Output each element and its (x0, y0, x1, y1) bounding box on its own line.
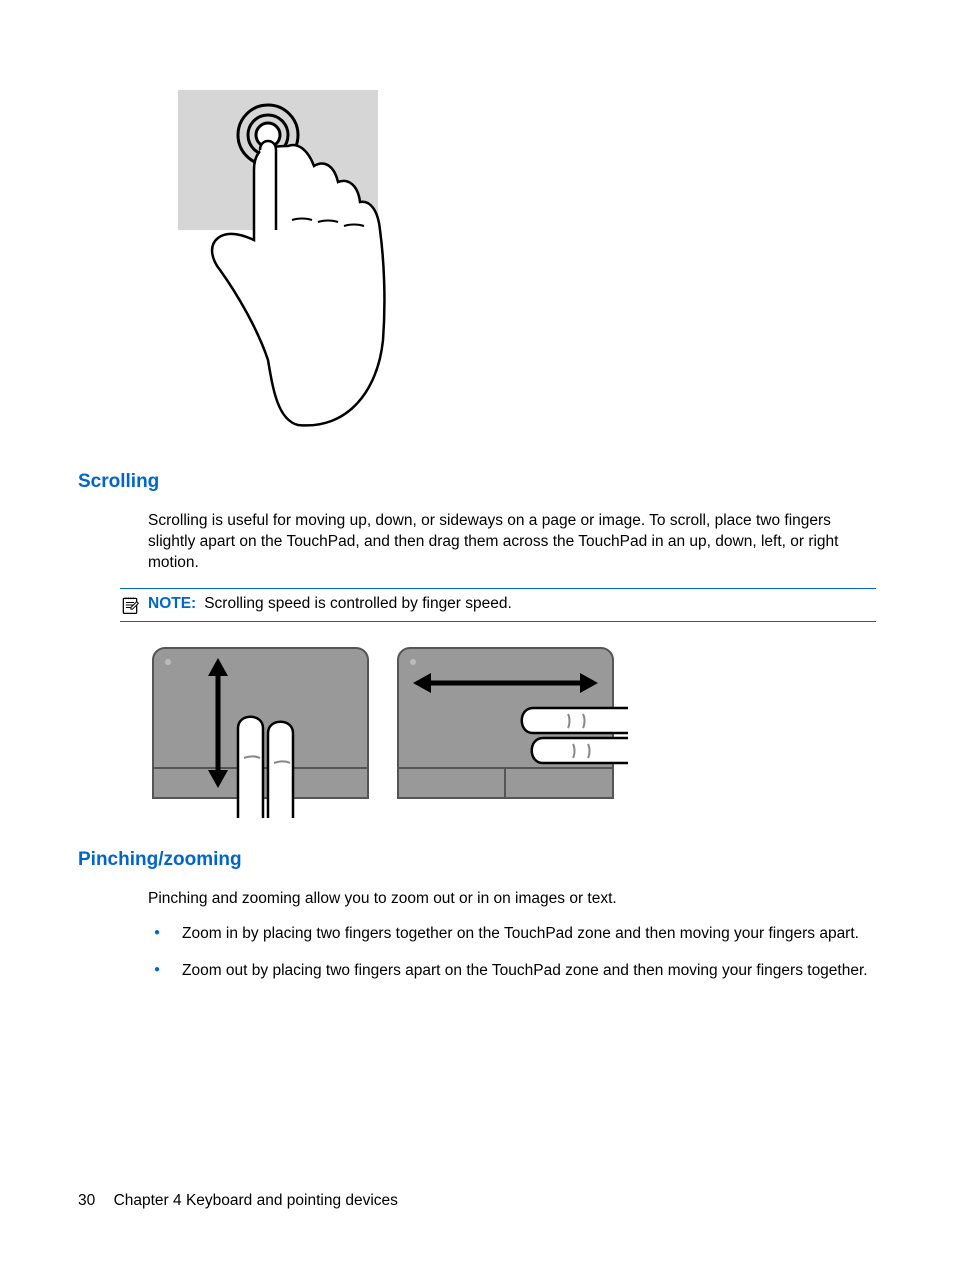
heading-scrolling: Scrolling (78, 471, 876, 493)
scrolling-paragraph: Scrolling is useful for moving up, down,… (148, 511, 876, 574)
figure-scroll-gestures (148, 638, 876, 823)
pinching-paragraph: Pinching and zooming allow you to zoom o… (148, 889, 876, 910)
heading-pinching-zooming: Pinching/zooming (78, 849, 876, 871)
bullet-zoom-out: Zoom out by placing two fingers apart on… (148, 961, 876, 982)
scrolling-body: Scrolling is useful for moving up, down,… (148, 511, 876, 574)
scroll-gestures-illustration (148, 638, 628, 818)
tap-gesture-illustration (148, 70, 398, 430)
page-number: 30 (78, 1192, 95, 1210)
page-footer: 30 Chapter 4 Keyboard and pointing devic… (78, 1192, 398, 1210)
chapter-label: Chapter 4 Keyboard and pointing devices (114, 1192, 398, 1209)
pinching-bullet-list: Zoom in by placing two fingers together … (148, 924, 876, 982)
document-page: Scrolling Scrolling is useful for moving… (0, 0, 954, 1270)
note-text: Scrolling speed is controlled by finger … (204, 595, 512, 612)
note-label: NOTE: (148, 595, 196, 612)
pinching-body: Pinching and zooming allow you to zoom o… (148, 889, 876, 910)
bullet-zoom-in: Zoom in by placing two fingers together … (148, 924, 876, 945)
note-icon (120, 595, 140, 615)
figure-tap-gesture (148, 70, 876, 435)
note-block: NOTE: Scrolling speed is controlled by fi… (120, 588, 876, 622)
note-content: NOTE: Scrolling speed is controlled by fi… (148, 595, 512, 613)
